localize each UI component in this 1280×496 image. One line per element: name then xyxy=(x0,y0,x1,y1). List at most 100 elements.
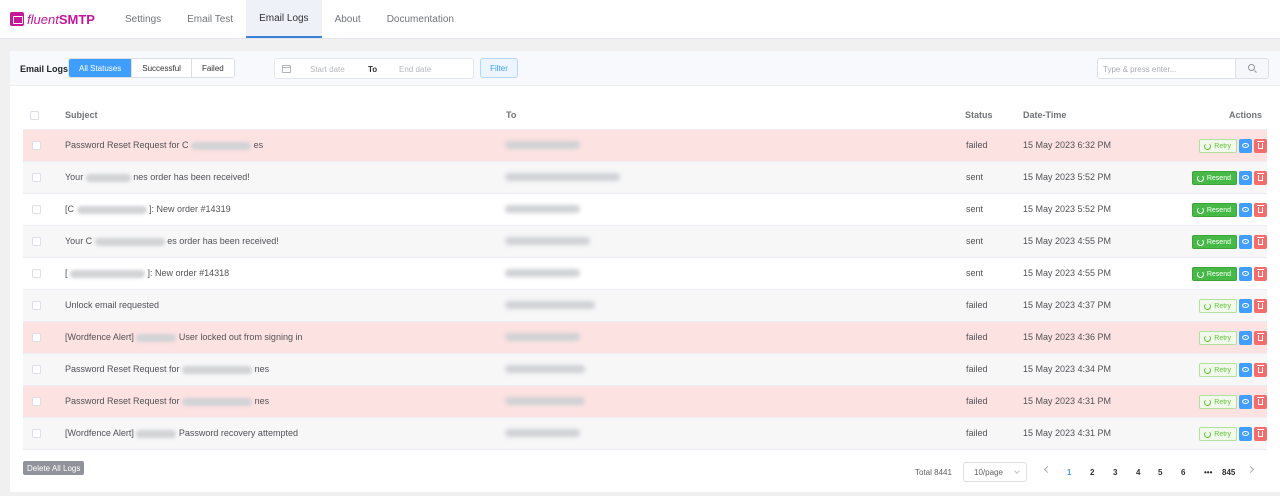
page-number[interactable]: 845 xyxy=(1222,468,1235,477)
table-row[interactable]: Your nes order has been received! sent 15 … xyxy=(23,162,1267,194)
table-row[interactable]: Password Reset Request for nes failed 15 M… xyxy=(23,386,1267,418)
tab-email-logs[interactable]: Email Logs xyxy=(246,0,322,38)
start-date-input[interactable]: Start date xyxy=(310,65,345,74)
table-row[interactable]: [Wordfence Alert] Password recovery atte… xyxy=(23,418,1267,450)
resend-button[interactable]: Resend xyxy=(1191,235,1237,249)
status-failed-button[interactable]: Failed xyxy=(191,59,234,77)
table-row[interactable]: [ ]: New order #14318 sent 15 May 2023 4:5… xyxy=(23,258,1267,290)
page-number[interactable]: 4 xyxy=(1136,468,1140,477)
delete-button[interactable] xyxy=(1254,171,1267,185)
retry-button[interactable]: Retry xyxy=(1199,139,1237,153)
row-checkbox[interactable] xyxy=(32,365,41,374)
row-datetime: 15 May 2023 4:55 PM xyxy=(1023,236,1112,246)
retry-button[interactable]: Retry xyxy=(1199,363,1237,377)
retry-button[interactable]: Retry xyxy=(1199,395,1237,409)
row-actions: Retry xyxy=(1177,299,1267,313)
next-page-icon[interactable] xyxy=(1246,465,1255,474)
row-checkbox[interactable] xyxy=(32,333,41,342)
eye-icon xyxy=(1242,367,1249,372)
search-button[interactable] xyxy=(1236,58,1269,79)
table-row[interactable]: Unlock email requested failed 15 May 2023 … xyxy=(23,290,1267,322)
row-status: sent xyxy=(966,268,984,278)
delete-button[interactable] xyxy=(1254,427,1267,441)
resend-button[interactable]: Resend xyxy=(1191,171,1237,185)
table-row[interactable]: Password Reset Request for nes failed 15 M… xyxy=(23,354,1267,386)
delete-button[interactable] xyxy=(1254,363,1267,377)
row-subject: [Wordfence Alert] Password recovery atte… xyxy=(65,428,298,438)
brand-logo[interactable]: fluentSMTP xyxy=(0,0,112,38)
row-subject: Password Reset Request for nes xyxy=(65,364,270,374)
column-to: To xyxy=(506,110,517,120)
row-checkbox[interactable] xyxy=(32,397,41,406)
page-number[interactable]: 5 xyxy=(1158,468,1162,477)
date-range-picker[interactable]: Start date To End date xyxy=(274,58,474,79)
table-row[interactable]: Your C es order has been received! sent 15… xyxy=(23,226,1267,258)
delete-button[interactable] xyxy=(1254,203,1267,217)
view-button[interactable] xyxy=(1239,395,1252,409)
row-checkbox[interactable] xyxy=(32,205,41,214)
row-datetime: 15 May 2023 6:32 PM xyxy=(1023,140,1112,150)
trash-icon xyxy=(1257,141,1264,149)
eye-icon xyxy=(1242,399,1249,404)
table-row[interactable]: [Wordfence Alert] User locked out from s… xyxy=(23,322,1267,354)
page-number[interactable]: 2 xyxy=(1090,468,1094,477)
page-number[interactable]: 3 xyxy=(1113,468,1117,477)
view-button[interactable] xyxy=(1239,203,1252,217)
retry-button[interactable]: Retry xyxy=(1199,427,1237,441)
retry-button[interactable]: Retry xyxy=(1199,331,1237,345)
refresh-icon xyxy=(1204,398,1212,406)
view-button[interactable] xyxy=(1239,139,1252,153)
row-subject: Unlock email requested xyxy=(65,300,160,310)
page-number[interactable]: 6 xyxy=(1181,468,1185,477)
row-checkbox[interactable] xyxy=(32,269,41,278)
row-checkbox[interactable] xyxy=(32,141,41,150)
select-all-checkbox[interactable] xyxy=(30,111,39,120)
row-subject: Your C es order has been received! xyxy=(65,236,279,246)
row-checkbox[interactable] xyxy=(32,237,41,246)
row-recipient-redacted xyxy=(505,365,585,373)
tab-settings[interactable]: Settings xyxy=(112,0,174,38)
search-input[interactable]: Type & press enter... xyxy=(1097,58,1236,79)
delete-all-logs-button[interactable]: Delete All Logs xyxy=(23,461,85,475)
resend-button[interactable]: Resend xyxy=(1191,203,1237,217)
delete-button[interactable] xyxy=(1254,267,1267,281)
delete-button[interactable] xyxy=(1254,139,1267,153)
page-size-select[interactable]: 10/page xyxy=(963,462,1027,482)
status-all-button[interactable]: All Statuses xyxy=(69,59,133,77)
view-button[interactable] xyxy=(1239,267,1252,281)
view-button[interactable] xyxy=(1239,171,1252,185)
retry-button[interactable]: Retry xyxy=(1199,299,1237,313)
status-successful-button[interactable]: Successful xyxy=(132,59,192,77)
row-checkbox[interactable] xyxy=(32,301,41,310)
table-row[interactable]: [C ]: New order #14319 sent 15 May 2023 5:… xyxy=(23,194,1267,226)
eye-icon xyxy=(1242,239,1249,244)
delete-button[interactable] xyxy=(1254,235,1267,249)
resend-button[interactable]: Resend xyxy=(1191,267,1237,281)
tab-email-test[interactable]: Email Test xyxy=(174,0,246,38)
view-button[interactable] xyxy=(1239,363,1252,377)
filter-bar-title: Email Logs xyxy=(20,64,69,74)
table-row[interactable]: Password Reset Request for C es failed 15 … xyxy=(23,130,1267,162)
row-checkbox[interactable] xyxy=(32,173,41,182)
page-number[interactable]: 1 xyxy=(1067,468,1071,477)
row-subject: Password Reset Request for nes xyxy=(65,396,270,406)
view-button[interactable] xyxy=(1239,235,1252,249)
view-button[interactable] xyxy=(1239,331,1252,345)
page-ellipsis[interactable]: ••• xyxy=(1204,468,1212,477)
row-datetime: 15 May 2023 5:52 PM xyxy=(1023,172,1112,182)
brand-name: fluentSMTP xyxy=(27,11,95,27)
row-checkbox[interactable] xyxy=(32,429,41,438)
prev-page-icon[interactable] xyxy=(1043,465,1052,474)
end-date-input[interactable]: End date xyxy=(399,65,431,74)
view-button[interactable] xyxy=(1239,299,1252,313)
total-count: Total 8441 xyxy=(915,468,952,477)
refresh-icon xyxy=(1196,174,1204,182)
tab-documentation[interactable]: Documentation xyxy=(374,0,467,38)
tab-about[interactable]: About xyxy=(322,0,374,38)
view-button[interactable] xyxy=(1239,427,1252,441)
row-actions: Resend xyxy=(1177,203,1267,217)
delete-button[interactable] xyxy=(1254,299,1267,313)
delete-button[interactable] xyxy=(1254,331,1267,345)
delete-button[interactable] xyxy=(1254,395,1267,409)
filter-button[interactable]: Filter xyxy=(480,58,518,78)
